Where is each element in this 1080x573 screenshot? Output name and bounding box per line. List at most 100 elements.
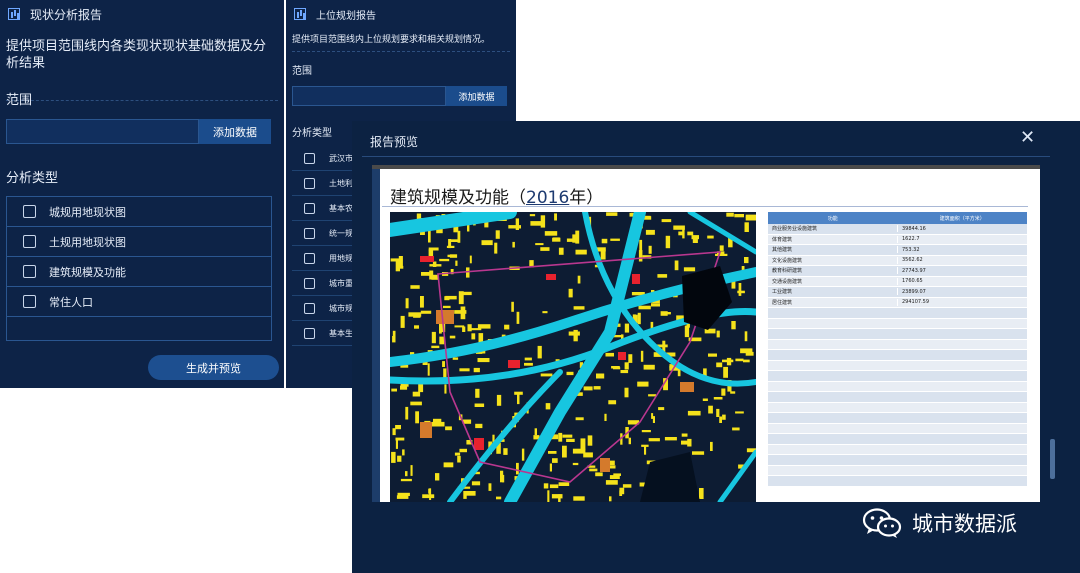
building-block [613, 473, 621, 476]
report-page: 建筑规模及功能（2016年） 功能 建筑面积（平方米） 商业服务业设施建筑 39… [372, 165, 1040, 502]
checkbox[interactable] [23, 265, 36, 278]
building-block [658, 407, 665, 411]
building-block [515, 218, 519, 230]
table-cell: 体育建筑 [768, 235, 898, 243]
building-block [435, 473, 440, 481]
building-block [577, 275, 581, 284]
building-function-table: 功能 建筑面积（平方米） 商业服务业设施建筑 39844.16 体育建筑 1622.7… [768, 212, 1027, 502]
building-block [540, 215, 546, 228]
building-block [428, 247, 439, 251]
building-block [418, 383, 424, 393]
building-block [400, 478, 412, 482]
checkbox[interactable] [304, 227, 315, 239]
building-block [587, 435, 593, 446]
close-icon[interactable]: ✕ [1020, 127, 1035, 148]
generate-preview-button[interactable]: 生成并预览 [148, 355, 279, 380]
add-data-button[interactable]: 添加数据 [446, 86, 507, 106]
building-block [566, 371, 574, 376]
building-block [516, 462, 519, 475]
building-block [721, 388, 726, 396]
building-block [593, 386, 601, 390]
building-block [624, 362, 629, 370]
building-block [405, 406, 409, 420]
building-block [619, 487, 625, 495]
list-item[interactable]: 常住人口 [7, 287, 271, 317]
building-block [408, 312, 422, 317]
building-block [474, 403, 485, 407]
building-block [641, 430, 651, 433]
list-item[interactable]: 土规用地现状图 [7, 227, 271, 257]
list-item[interactable]: 城规用地现状图 [7, 197, 271, 227]
building-block [443, 305, 451, 309]
table-row-empty [768, 308, 1027, 319]
range-row: 添加数据 [292, 86, 507, 106]
building-block [391, 451, 396, 463]
table-row-empty [768, 444, 1027, 455]
building-block [708, 353, 717, 357]
building-block [665, 235, 671, 249]
table-row: 工业建筑 23899.07 [768, 287, 1027, 298]
building-block [402, 449, 405, 456]
checkbox[interactable] [304, 252, 315, 264]
building-block [396, 495, 409, 499]
building-block [661, 219, 672, 223]
building-block [512, 241, 515, 248]
building-block [562, 445, 567, 458]
building-block [713, 397, 723, 400]
building-block [723, 366, 728, 378]
building-block [475, 388, 480, 398]
building-block [683, 267, 696, 272]
scrollbar[interactable] [1050, 439, 1055, 479]
building-block [494, 242, 498, 254]
checkbox[interactable] [304, 302, 315, 314]
building-block [648, 245, 652, 254]
list-item[interactable]: 建筑规模及功能 [7, 257, 271, 287]
table-cell: 1622.7 [902, 236, 920, 243]
building-block [395, 438, 398, 449]
building-block [412, 391, 421, 397]
building-block [606, 212, 618, 216]
add-data-button[interactable]: 添加数据 [199, 119, 271, 144]
building-block [566, 238, 576, 242]
range-label: 范围 [6, 93, 33, 108]
range-input[interactable] [292, 86, 446, 106]
page-side-strip [372, 169, 380, 502]
building-block [444, 384, 447, 394]
building-block [664, 437, 677, 441]
table-row-empty [768, 434, 1027, 445]
checkbox[interactable] [304, 177, 315, 189]
analysis-type-label: 分析类型 [292, 128, 332, 139]
checkbox[interactable] [304, 327, 315, 339]
building-block [405, 298, 409, 309]
divider [362, 156, 1050, 157]
building-block [710, 441, 713, 451]
building-block [442, 361, 445, 367]
checkbox[interactable] [304, 277, 315, 289]
building-block [601, 238, 608, 244]
building-block [719, 416, 722, 423]
document-viewer[interactable]: 建筑规模及功能（2016年） 功能 建筑面积（平方米） 商业服务业设施建筑 39… [364, 159, 1055, 563]
building-block [558, 482, 570, 486]
checkbox[interactable] [23, 205, 36, 218]
building-block [734, 214, 744, 218]
building-block [502, 474, 505, 483]
checkbox[interactable] [304, 152, 315, 164]
building-block [652, 416, 655, 423]
building-block [738, 283, 742, 296]
building-block [610, 238, 620, 241]
building-block [716, 330, 720, 338]
table-cell: 教育科研建筑 [768, 267, 898, 275]
building-block [420, 296, 424, 308]
column-header: 功能 [827, 215, 838, 222]
building-block [511, 301, 514, 312]
building-block [414, 325, 419, 329]
checkbox[interactable] [23, 295, 36, 308]
building-block [405, 471, 408, 477]
range-input[interactable] [6, 119, 199, 144]
checkbox[interactable] [304, 202, 315, 214]
checkbox[interactable] [23, 235, 36, 248]
table-cell: 其他建筑 [768, 246, 898, 254]
building-block [427, 363, 430, 376]
table-row: 教育科研建筑 27743.97 [768, 266, 1027, 277]
building-block [459, 368, 470, 372]
